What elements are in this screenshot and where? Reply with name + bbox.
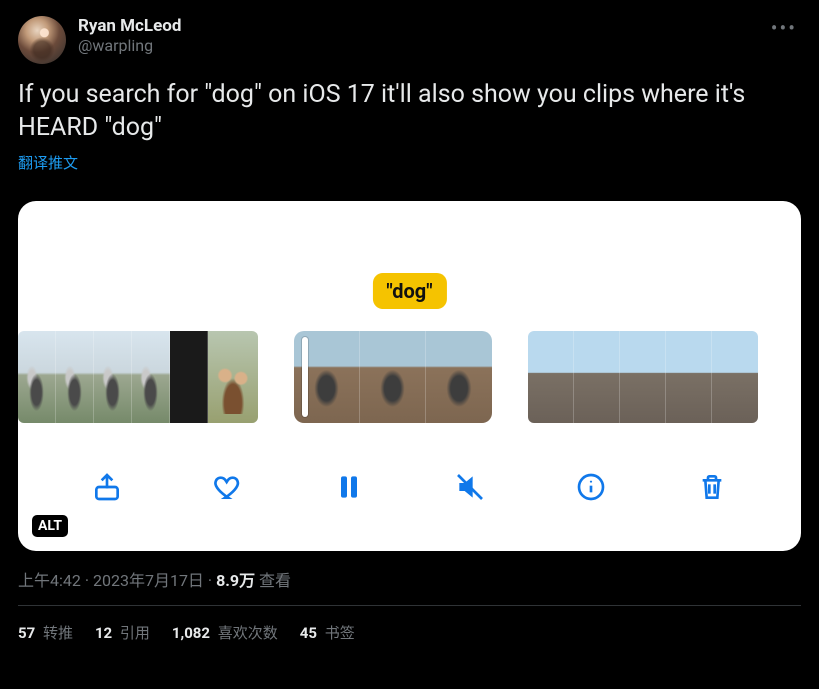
display-name: Ryan McLeod bbox=[78, 16, 755, 36]
meta-sep: · bbox=[81, 571, 93, 590]
video-frame bbox=[712, 331, 758, 423]
tweet: Ryan McLeod @warpling ••• If you search … bbox=[0, 0, 819, 643]
meta-sep: · bbox=[204, 571, 216, 590]
video-frame bbox=[132, 331, 170, 423]
alt-badge[interactable]: ALT bbox=[32, 515, 68, 537]
video-frame bbox=[426, 331, 492, 423]
tweet-meta: 上午4:42 · 2023年7月17日 · 8.9万 查看 bbox=[18, 567, 801, 606]
media-card: "dog" bbox=[18, 201, 801, 551]
tweet-stats: 57 转推 12 引用 1,082 喜欢次数 45 书签 bbox=[18, 606, 801, 643]
mute-icon[interactable] bbox=[452, 469, 488, 505]
video-frame bbox=[666, 331, 712, 423]
bookmarks-stat[interactable]: 45 书签 bbox=[300, 622, 355, 643]
likes-stat[interactable]: 1,082 喜欢次数 bbox=[172, 622, 278, 643]
avatar[interactable] bbox=[18, 16, 66, 64]
share-icon[interactable] bbox=[89, 469, 125, 505]
video-frame bbox=[56, 331, 94, 423]
quotes-stat[interactable]: 12 引用 bbox=[95, 622, 150, 643]
video-frame bbox=[294, 331, 360, 423]
video-timeline[interactable] bbox=[18, 331, 801, 423]
video-frame bbox=[170, 331, 208, 423]
retweets-stat[interactable]: 57 转推 bbox=[18, 622, 73, 643]
tweet-header: Ryan McLeod @warpling ••• bbox=[18, 16, 801, 64]
clip-group-center[interactable] bbox=[294, 331, 492, 423]
video-frame bbox=[18, 331, 56, 423]
user-handle: @warpling bbox=[78, 36, 755, 57]
video-frame bbox=[94, 331, 132, 423]
more-icon[interactable]: ••• bbox=[767, 16, 801, 40]
clip-group-right[interactable] bbox=[528, 331, 758, 423]
video-frame bbox=[208, 331, 258, 423]
video-frame bbox=[360, 331, 426, 423]
info-icon[interactable] bbox=[573, 469, 609, 505]
tweet-date[interactable]: 2023年7月17日 bbox=[93, 571, 204, 590]
video-frame bbox=[574, 331, 620, 423]
user-name-block[interactable]: Ryan McLeod @warpling bbox=[78, 16, 755, 57]
translate-link[interactable]: 翻译推文 bbox=[18, 152, 78, 173]
tooltip-label: "dog" bbox=[372, 273, 446, 309]
tweet-text: If you search for "dog" on iOS 17 it'll … bbox=[18, 78, 801, 144]
views-count: 8.9万 bbox=[216, 571, 255, 590]
clip-group-left[interactable] bbox=[18, 331, 258, 423]
video-frame bbox=[528, 331, 574, 423]
media-toolbar bbox=[18, 469, 801, 505]
trash-icon[interactable] bbox=[694, 469, 730, 505]
views-label: 查看 bbox=[255, 571, 291, 590]
tweet-time[interactable]: 上午4:42 bbox=[18, 571, 81, 590]
heart-icon[interactable] bbox=[210, 469, 246, 505]
search-tooltip: "dog" bbox=[372, 273, 446, 337]
video-frame bbox=[620, 331, 666, 423]
pause-icon[interactable] bbox=[331, 469, 367, 505]
